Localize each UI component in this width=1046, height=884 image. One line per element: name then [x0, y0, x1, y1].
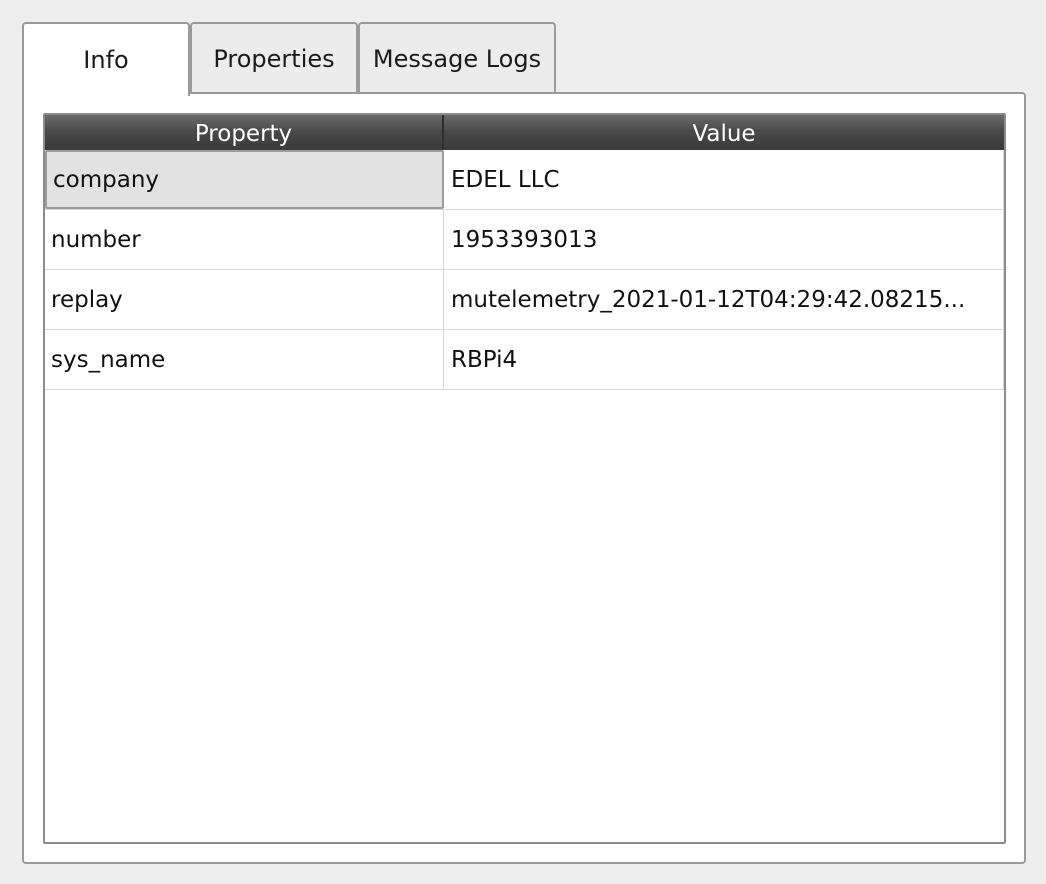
table-row[interactable]: number 1953393013	[45, 210, 1004, 270]
cell-property[interactable]: sys_name	[45, 330, 444, 389]
table-row[interactable]: company EDEL LLC	[45, 150, 1004, 210]
tab-info-label: Info	[83, 46, 129, 74]
info-tab-panel: Property Value company EDEL LLC number 1…	[22, 92, 1026, 864]
cell-value[interactable]: mutelemetry_2021-01-12T04:29:42.08215...	[444, 270, 1004, 329]
cell-value[interactable]: RBPi4	[444, 330, 1004, 389]
cell-property[interactable]: company	[45, 150, 444, 209]
tab-properties[interactable]: Properties	[190, 22, 358, 93]
table-row[interactable]: replay mutelemetry_2021-01-12T04:29:42.0…	[45, 270, 1004, 330]
tab-message-logs-label: Message Logs	[372, 44, 542, 73]
cell-property[interactable]: number	[45, 210, 444, 269]
table-header: Property Value	[45, 115, 1004, 150]
cell-value[interactable]: EDEL LLC	[444, 150, 1004, 209]
tab-info[interactable]: Info	[22, 22, 190, 96]
tab-properties-label: Properties	[213, 44, 335, 73]
cell-value[interactable]: 1953393013	[444, 210, 1004, 269]
info-table[interactable]: Property Value company EDEL LLC number 1…	[43, 113, 1006, 844]
tab-message-logs[interactable]: Message Logs	[358, 22, 556, 93]
header-property[interactable]: Property	[45, 115, 444, 150]
header-value[interactable]: Value	[444, 115, 1004, 150]
cell-property[interactable]: replay	[45, 270, 444, 329]
table-row[interactable]: sys_name RBPi4	[45, 330, 1004, 390]
